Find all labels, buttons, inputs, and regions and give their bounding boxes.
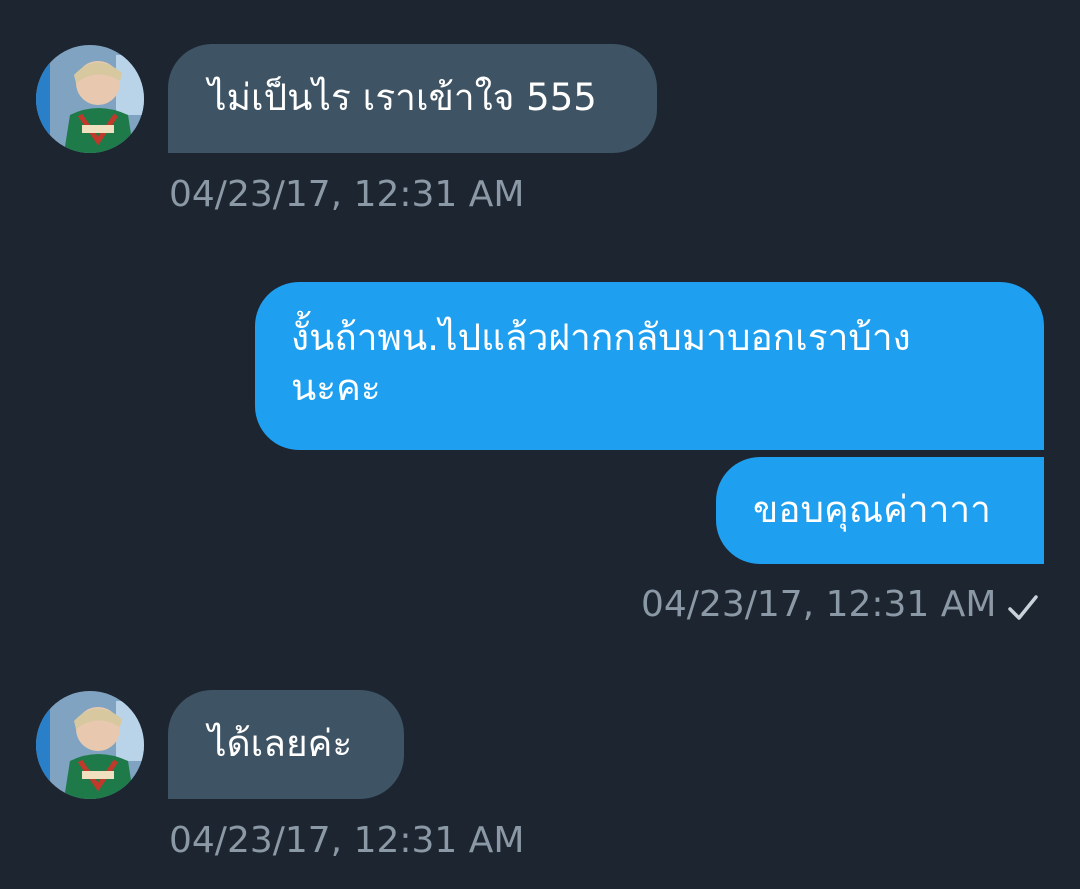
message-text-line-2: นะคะ <box>291 366 381 409</box>
avatar-photo-icon <box>36 45 144 153</box>
message-bubble-outgoing[interactable]: ขอบคุณค่าาาา <box>716 457 1044 564</box>
sender-avatar[interactable] <box>36 691 144 799</box>
message-text-line-1: งั้นถ้าพน.ไปแล้วฝากกลับมาบอกเราบ้าง <box>291 316 911 359</box>
sender-avatar[interactable] <box>36 45 144 153</box>
message-bubble-incoming[interactable]: ไม่เป็นไร เราเข้าใจ 555 <box>168 44 657 153</box>
message-timestamp: 04/23/17, 12:31 AM <box>641 584 997 625</box>
message-text: ไม่เป็นไร เราเข้าใจ 555 <box>208 76 597 119</box>
message-timestamp: 04/23/17, 12:31 AM <box>169 174 525 215</box>
message-timestamp: 04/23/17, 12:31 AM <box>169 820 525 861</box>
avatar-photo-icon <box>36 691 144 799</box>
message-bubble-outgoing[interactable]: งั้นถ้าพน.ไปแล้วฝากกลับมาบอกเราบ้าง นะคะ <box>255 282 1044 450</box>
check-icon <box>1008 595 1038 620</box>
message-text: ขอบคุณค่าาาา <box>753 488 991 531</box>
message-bubble-incoming[interactable]: ได้เลยค่ะ <box>168 690 404 799</box>
message-text: ได้เลยค่ะ <box>208 722 353 765</box>
